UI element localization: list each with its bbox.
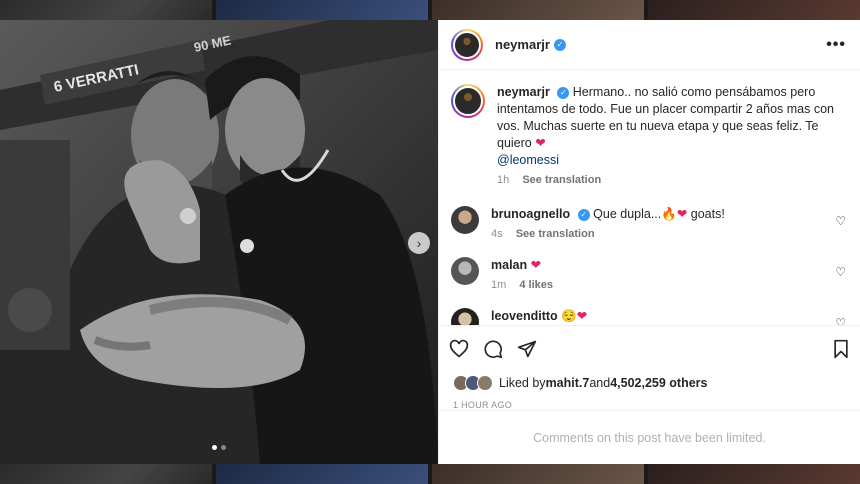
carousel-dot: [221, 445, 226, 450]
commenter-avatar[interactable]: [451, 308, 479, 325]
likes-connector: and: [589, 376, 611, 390]
comment-age: 1m: [491, 279, 507, 291]
likes-summary[interactable]: Liked by mahit.7 and 4,502,259 others: [439, 372, 860, 394]
post-modal: 6 VERRATTI 90 ME › neymarjr ✓ ••• neymar…: [0, 20, 860, 464]
post-photo: 6 VERRATTI 90 ME ›: [0, 20, 438, 464]
feed-thumbnail: [432, 464, 644, 484]
post-panel: neymarjr ✓ ••• neymarjr ✓ Hermano.. no s…: [438, 20, 860, 464]
liker-avatars: [453, 375, 493, 391]
action-bar: [439, 326, 860, 372]
caption-avatar[interactable]: [451, 84, 485, 118]
background-feed-bottom: [0, 464, 860, 484]
feed-thumbnail: [0, 464, 212, 484]
post-caption: neymarjr ✓ Hermano.. no salió como pensá…: [451, 84, 846, 186]
mention-link[interactable]: @leomessi: [497, 153, 559, 167]
comment-emoji: 🔥❤: [661, 207, 688, 221]
author-avatar[interactable]: [451, 28, 483, 61]
commenter-username[interactable]: leovenditto: [491, 309, 558, 323]
carousel-dot-active: [212, 445, 217, 450]
commenter-username[interactable]: malan: [491, 258, 527, 272]
comment-age: 4s: [491, 228, 503, 240]
bookmark-icon[interactable]: [832, 339, 850, 359]
comments-list[interactable]: neymarjr ✓ Hermano.. no salió como pensá…: [439, 70, 860, 326]
feed-thumbnail: [648, 464, 860, 484]
see-translation-link[interactable]: See translation: [516, 228, 595, 240]
background-feed-top: [0, 0, 860, 20]
feed-thumbnail: [0, 0, 212, 20]
heart-icon[interactable]: [449, 339, 469, 359]
feed-thumbnail: [216, 464, 428, 484]
likes-prefix: Liked by: [499, 376, 546, 390]
verified-icon: ✓: [553, 38, 566, 51]
feed-thumbnail: [432, 0, 644, 20]
comment-emoji: ❤: [530, 258, 542, 272]
comment-icon[interactable]: [483, 339, 503, 359]
heart-icon[interactable]: ♡: [835, 316, 846, 325]
heart-icon[interactable]: ♡: [835, 214, 846, 228]
share-icon[interactable]: [517, 339, 537, 359]
see-translation-link[interactable]: See translation: [522, 174, 601, 186]
more-icon[interactable]: •••: [826, 36, 846, 54]
comment-emoji: 😌❤: [561, 309, 588, 323]
verified-icon: ✓: [557, 86, 570, 99]
comment-item: brunoagnello ✓ Que dupla...🔥❤ goats! 4s …: [451, 206, 846, 240]
heart-icon[interactable]: ♡: [835, 265, 846, 279]
author-username[interactable]: neymarjr: [495, 37, 550, 52]
chevron-right-icon: ›: [416, 235, 422, 251]
comment-item: leovenditto 😌❤ ♡: [451, 308, 846, 325]
comment-text-after: goats!: [687, 207, 725, 221]
comment-item: malan ❤ 1m 4 likes ♡: [451, 257, 846, 291]
avatar: [477, 375, 493, 391]
caption-username[interactable]: neymarjr: [497, 85, 550, 99]
feed-thumbnail: [216, 0, 428, 20]
verified-icon: ✓: [577, 208, 590, 221]
comment-text: Que dupla...: [593, 207, 662, 221]
post-timestamp: 1 HOUR AGO: [453, 400, 513, 410]
commenter-username[interactable]: brunoagnello: [491, 207, 570, 221]
photo-illustration: 6 VERRATTI 90 ME: [0, 20, 438, 464]
likes-count[interactable]: 4,502,259 others: [610, 376, 707, 390]
comment-likes-link[interactable]: 4 likes: [519, 279, 553, 291]
commenter-avatar[interactable]: [451, 206, 479, 234]
feed-thumbnail: [648, 0, 860, 20]
carousel-dots: [0, 445, 438, 450]
next-photo-button[interactable]: ›: [408, 232, 430, 254]
liker-username[interactable]: mahit.7: [546, 376, 590, 390]
post-header: neymarjr ✓ •••: [439, 20, 860, 70]
comments-limited-notice: Comments on this post have been limited.: [439, 410, 860, 464]
commenter-avatar[interactable]: [451, 257, 479, 285]
caption-age: 1h: [497, 174, 510, 186]
heart-emoji: ❤: [535, 136, 546, 150]
